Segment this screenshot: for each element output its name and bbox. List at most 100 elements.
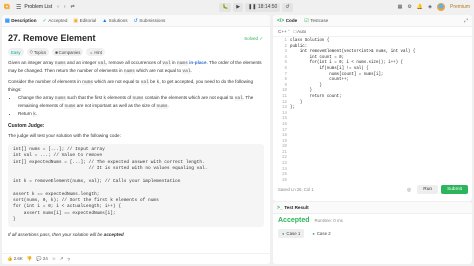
tab-test-result[interactable]: >_ Test Result [277, 205, 309, 211]
in-place-link[interactable]: in-place [188, 60, 206, 65]
inline-code: val [97, 61, 106, 66]
inline-code: nums [176, 61, 188, 66]
pass-dot-icon: ● [282, 231, 285, 236]
comments-button[interactable]: 💬 24 [36, 256, 48, 262]
premium-link[interactable]: Premium [450, 4, 470, 10]
code-tabs: </> Code ☑ Testcase [273, 15, 472, 27]
inline-code: nums [156, 103, 168, 109]
result-status: Accepted [278, 217, 310, 224]
inline-code: nums [123, 68, 135, 74]
like-count: 2.6K [13, 256, 23, 261]
thumbs-up-icon: 👍 [7, 256, 13, 261]
judge-intro: The judge will test your solution with t… [8, 133, 121, 139]
difficulty-badge: Easy [8, 48, 24, 56]
solutions-icon: ▲ [102, 17, 108, 24]
code-editor[interactable]: 1 2 3 4 5 6 7 8 9 10 11 12 13 14 15 16 1… [273, 37, 472, 183]
intro-text: in [170, 60, 177, 65]
consider-text: which are not equal to [93, 79, 141, 85]
submit-button[interactable]: Submit [441, 185, 468, 194]
share-icon[interactable]: ↗ [60, 256, 64, 262]
language-bar: C++ ˇ □ Auto [273, 27, 472, 37]
tab-editorial[interactable]: ▣ Editorial [73, 18, 96, 24]
dislike-icon[interactable]: 👎 [27, 256, 32, 262]
language-label: C++ [278, 29, 287, 34]
topics-tag[interactable]: ◇ Topics [26, 48, 50, 56]
tab-solutions[interactable]: ▲ Solutions [102, 18, 127, 24]
terminal-icon: >_ [277, 204, 283, 211]
companies-label: Companies [58, 49, 81, 55]
intro-text: which are not equal to [134, 67, 183, 73]
problem-content: 27. Remove Element Solved ✓ Easy ◇ Topics… [2, 27, 270, 242]
tab-description-label: Description [11, 18, 37, 23]
reset-timer-icon[interactable]: ↺ [282, 2, 293, 12]
timer-display[interactable]: ❚❚ 18:14:50 [245, 2, 281, 12]
solved-label: Solved [244, 36, 258, 41]
accepted-note-text: If all assertions pass, then your soluti… [8, 231, 104, 237]
companies-tag[interactable]: ■ Companies [52, 48, 84, 56]
list-item: Return k. [18, 111, 264, 119]
top-right-actions: ▦ ⚙ 🔔 ◈ Premium [398, 2, 470, 12]
tab-testcase[interactable]: ☑ Testcase [304, 18, 328, 24]
debug-icon[interactable]: 🐛 [219, 2, 232, 12]
pause-icon: ❚❚ [248, 4, 258, 10]
description-footer: 👍 2.6K 👎 💬 24 ☆ ↗ ? [2, 253, 270, 264]
consider-text: Consider the number of elements in [8, 79, 83, 85]
lock-icon: ■ [55, 49, 58, 55]
top-bar: ⧉ ☰ Problem List ‹ › ⇄ 🐛 ▶ ❚❚ 18:14:50 ↺… [0, 0, 474, 14]
problem-title[interactable]: 27. Remove Element [8, 33, 264, 43]
problem-list-link[interactable]: Problem List [24, 4, 52, 10]
next-problem-icon[interactable]: › [64, 4, 66, 10]
inline-code: val [140, 80, 149, 86]
comment-count: 24 [42, 256, 48, 261]
code-icon: </> [277, 17, 285, 24]
auto-label: Auto [297, 29, 307, 34]
prev-problem-icon[interactable]: ‹ [57, 4, 59, 10]
layout-icon[interactable]: ▦ [398, 4, 403, 10]
tab-submissions[interactable]: ↺ Submissions [134, 18, 166, 24]
like-button[interactable]: 👍 2.6K [7, 256, 23, 262]
description-panel: ▤ Description ✓ Accepted ▣ Editorial ▲ Solut… [2, 15, 270, 264]
shuffle-icon[interactable]: ⇄ [71, 4, 75, 10]
tab-code[interactable]: </> Code [277, 18, 297, 24]
fire-icon[interactable]: ◈ [428, 4, 432, 10]
settings-icon[interactable]: ⚙ [407, 4, 411, 10]
lightbulb-icon: ☼ [89, 49, 94, 55]
run-button[interactable]: Run [417, 185, 439, 194]
star-icon[interactable]: ☆ [52, 256, 56, 262]
case-tab[interactable]: ● Case 1 [278, 229, 305, 238]
result-summary: Accepted Runtime: 0 ms [278, 217, 472, 224]
leetcode-logo-icon[interactable]: ⧉ [4, 3, 11, 11]
console-icon[interactable]: ◎ [407, 187, 411, 193]
case-label: Case 2 [316, 231, 331, 236]
avatar[interactable] [436, 3, 445, 11]
language-select[interactable]: C++ ˇ [278, 29, 290, 34]
help-icon[interactable]: ? [67, 257, 69, 262]
case-tabs: ● Case 1 ● Case 2 [278, 229, 472, 238]
custom-judge-heading: Custom Judge: [8, 123, 45, 130]
case-tab[interactable]: ● Case 2 [308, 229, 334, 238]
editorial-icon: ▣ [73, 17, 79, 24]
tab-solutions-label: Solutions [108, 18, 128, 23]
topics-label: Topics [33, 49, 47, 55]
expand-icon[interactable]: ⤢ [464, 18, 468, 24]
requirements-list: Change the array nums such that the firs… [18, 95, 264, 118]
tab-description[interactable]: ▤ Description [5, 18, 37, 24]
auto-mode[interactable]: □ Auto [294, 29, 307, 34]
play-icon[interactable]: ▶ [233, 2, 244, 12]
testcase-icon: ☑ [304, 17, 309, 24]
accepted-note: If all assertions pass, then your soluti… [8, 232, 264, 237]
case-label: Case 1 [286, 231, 301, 236]
intro-text: Given an integer array [8, 60, 55, 65]
tab-accepted[interactable]: ✓ Accepted [43, 18, 68, 24]
problem-list-icon[interactable]: ☰ [16, 4, 21, 11]
bullet-text: are not important as well as the size of [75, 102, 157, 108]
list-item: Change the array nums such that the firs… [18, 95, 264, 110]
timer-controls: 🐛 ▶ ❚❚ 18:14:50 ↺ [219, 2, 293, 12]
notifications-icon[interactable]: 🔔 [417, 4, 423, 10]
hint-label: Hint [94, 49, 103, 55]
left-tabs: ▤ Description ✓ Accepted ▣ Editorial ▲ Solut… [2, 15, 270, 27]
code-text[interactable]: class Solution { public: int removeEleme… [290, 39, 415, 112]
line-numbers: 1 2 3 4 5 6 7 8 9 10 11 12 13 14 15 16 1… [282, 39, 287, 183]
hint-tag[interactable]: ☼ Hint [86, 48, 106, 56]
consider-text: be [148, 79, 157, 85]
